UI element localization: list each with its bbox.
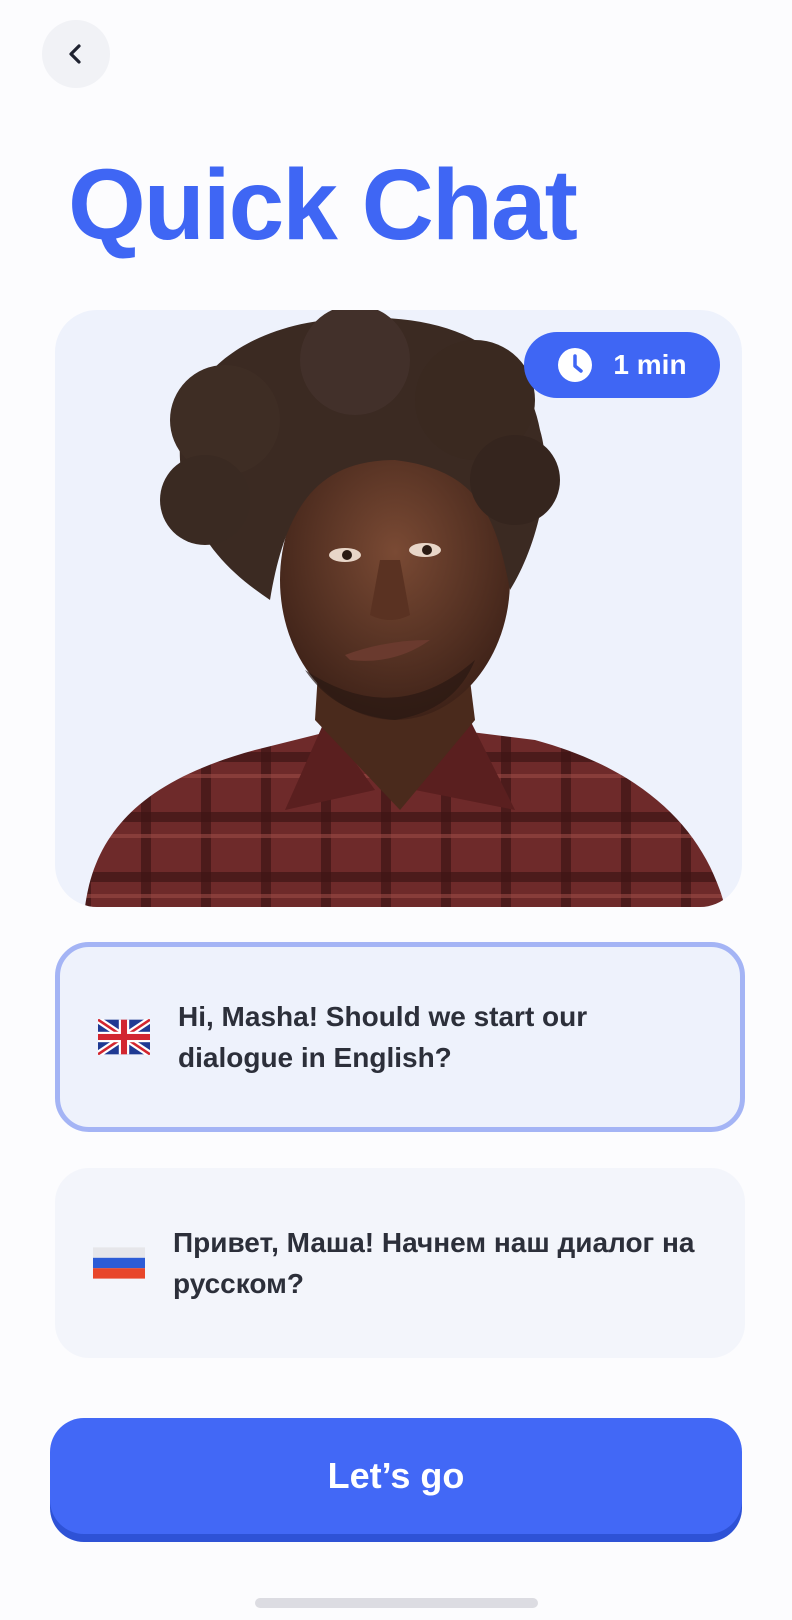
character-portrait [85,310,725,907]
option-english-text: Hi, Masha! Should we start our dialogue … [178,1000,588,1073]
home-indicator [255,1598,538,1608]
lets-go-button[interactable]: Let’s go [50,1418,742,1534]
duration-badge: 1 min [524,332,720,398]
back-button[interactable] [42,20,110,88]
chevron-left-icon [69,44,81,64]
clock-icon [558,348,593,382]
russia-flag-icon [93,1247,145,1279]
option-english[interactable]: Hi, Masha! Should we start our dialogue … [55,942,745,1132]
page-title: Quick Chat [68,149,578,261]
option-russian-text: Привет, Маша! Начнем наш диалог на русск… [173,1226,695,1299]
option-russian[interactable]: Привет, Маша! Начнем наш диалог на русск… [55,1168,745,1358]
uk-flag-icon [98,1019,150,1055]
duration-label: 1 min [613,349,687,380]
hero-card: 1 min [55,310,742,907]
